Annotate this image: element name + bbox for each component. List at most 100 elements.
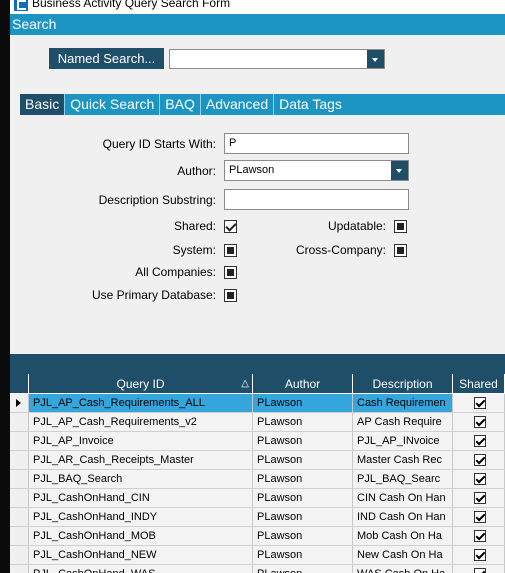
tab-basic[interactable]: Basic xyxy=(20,94,66,115)
chevron-down-icon[interactable] xyxy=(367,50,384,68)
shared-checkbox[interactable] xyxy=(474,435,486,447)
use-primary-db-label: Use Primary Database: xyxy=(91,288,216,302)
shared-label: Shared: xyxy=(173,219,216,233)
cell-description[interactable]: New Cash On Ha xyxy=(353,546,453,564)
current-row-arrow-icon xyxy=(16,399,21,407)
table-row[interactable]: PJL_CashOnHand_NEW PLawson New Cash On Ha xyxy=(10,546,505,565)
cell-query-id[interactable]: PJL_CashOnHand_WAS xyxy=(29,565,253,573)
tab-quick-search[interactable]: Quick Search xyxy=(65,94,161,115)
results-grid: Query ID △ Author Description Shared PJL… xyxy=(10,374,505,573)
cell-description[interactable]: IND Cash On Han xyxy=(353,508,453,526)
row-indicator[interactable] xyxy=(10,546,29,564)
column-header-shared[interactable]: Shared xyxy=(453,374,505,393)
cell-description[interactable]: CIN Cash On Han xyxy=(353,489,453,507)
cell-query-id[interactable]: PJL_CashOnHand_INDY xyxy=(29,508,253,526)
cell-author[interactable]: PLawson xyxy=(253,565,353,573)
cell-author[interactable]: PLawson xyxy=(253,413,353,431)
query-id-label: Query ID Starts With: xyxy=(102,137,216,151)
shared-checkbox[interactable] xyxy=(474,530,486,542)
shared-checkbox[interactable] xyxy=(474,549,486,561)
cell-author[interactable]: PLawson xyxy=(253,451,353,469)
table-row[interactable]: PJL_CashOnHand_INDY PLawson IND Cash On Ha… xyxy=(10,508,505,527)
cell-shared xyxy=(453,546,505,564)
cell-query-id[interactable]: PJL_AR_Cash_Receipts_Master xyxy=(29,451,253,469)
cell-query-id[interactable]: PJL_CashOnHand_MOB xyxy=(29,527,253,545)
cell-description[interactable]: Master Cash Rec xyxy=(353,451,453,469)
cell-query-id[interactable]: PJL_AP_Cash_Requirements_ALL xyxy=(29,394,253,412)
column-header-description[interactable]: Description xyxy=(353,374,453,393)
chevron-down-icon[interactable] xyxy=(391,161,408,180)
description-input[interactable] xyxy=(224,189,409,210)
author-label: Author: xyxy=(177,164,216,178)
row-indicator[interactable] xyxy=(10,413,29,431)
system-label: System: xyxy=(172,243,216,257)
sort-ascending-icon: △ xyxy=(241,378,249,389)
cross-company-checkbox[interactable] xyxy=(394,244,407,257)
shared-checkbox[interactable] xyxy=(474,397,486,409)
row-indicator[interactable] xyxy=(10,451,29,469)
tab-baq[interactable]: BAQ xyxy=(160,94,201,115)
row-indicator[interactable] xyxy=(10,489,29,507)
cell-author[interactable]: PLawson xyxy=(253,394,353,412)
tab-advanced[interactable]: Advanced xyxy=(201,94,275,115)
table-row[interactable]: PJL_AP_Cash_Requirements_ALL PLawson Cash … xyxy=(10,394,505,413)
cell-description[interactable]: Cash Requiremen xyxy=(353,394,453,412)
table-row[interactable]: PJL_CashOnHand_WASPLawsonWAS Cash On Ha xyxy=(10,565,505,573)
cell-author[interactable]: PLawson xyxy=(253,489,353,507)
shared-checkbox[interactable] xyxy=(474,473,486,485)
author-dropdown[interactable]: PLawson xyxy=(224,160,409,181)
description-label: Description Substring: xyxy=(98,193,216,207)
cell-shared xyxy=(453,489,505,507)
column-header-author[interactable]: Author xyxy=(253,374,353,393)
table-row[interactable]: PJL_CashOnHand_MOB PLawson Mob Cash On Ha xyxy=(10,527,505,546)
cell-author[interactable]: PLawson xyxy=(253,508,353,526)
shared-checkbox[interactable] xyxy=(224,220,237,233)
cell-description[interactable]: PJL_AP_INvoice xyxy=(353,432,453,450)
cell-author[interactable]: PLawson xyxy=(253,527,353,545)
cell-shared xyxy=(453,527,505,545)
updatable-checkbox[interactable] xyxy=(394,220,407,233)
row-indicator[interactable] xyxy=(10,508,29,526)
cell-shared xyxy=(453,413,505,431)
named-search-dropdown[interactable] xyxy=(169,49,385,69)
table-row[interactable]: PJL_AP_Cash_Requirements_v2 PLawson AP Cas… xyxy=(10,413,505,432)
cell-description[interactable]: PJL_BAQ_Searc xyxy=(353,470,453,488)
cell-author[interactable]: PLawson xyxy=(253,470,353,488)
cell-query-id[interactable]: PJL_CashOnHand_CIN xyxy=(29,489,253,507)
table-row[interactable]: PJL_BAQ_Search PLawson PJL_BAQ_Searc xyxy=(10,470,505,489)
grid-header-row: Query ID △ Author Description Shared xyxy=(10,374,505,394)
cell-query-id[interactable]: PJL_BAQ_Search xyxy=(29,470,253,488)
row-indicator[interactable] xyxy=(10,432,29,450)
cell-description[interactable]: WAS Cash On Ha xyxy=(353,565,453,573)
cell-query-id[interactable]: PJL_AP_Cash_Requirements_v2 xyxy=(29,413,253,431)
row-indicator[interactable] xyxy=(10,394,29,412)
column-header-query-id[interactable]: Query ID △ xyxy=(29,374,253,393)
window-titlebar: Business Activity Query Search Form xyxy=(10,0,505,14)
row-indicator[interactable] xyxy=(10,527,29,545)
table-row[interactable]: PJL_AR_Cash_Receipts_Master PLawson Master… xyxy=(10,451,505,470)
use-primary-db-checkbox[interactable] xyxy=(224,289,237,302)
cell-query-id[interactable]: PJL_CashOnHand_NEW xyxy=(29,546,253,564)
row-indicator[interactable] xyxy=(10,470,29,488)
shared-checkbox[interactable] xyxy=(474,492,486,504)
table-row[interactable]: PJL_CashOnHand_CIN PLawson CIN Cash On Han xyxy=(10,489,505,508)
updatable-label: Updatable: xyxy=(327,219,386,233)
table-row[interactable]: PJL_AP_Invoice PLawson PJL_AP_INvoice xyxy=(10,432,505,451)
cell-query-id[interactable]: PJL_AP_Invoice xyxy=(29,432,253,450)
named-search-button[interactable]: Named Search... xyxy=(49,48,164,69)
all-companies-label: All Companies: xyxy=(135,265,216,279)
tab-data-tags[interactable]: Data Tags xyxy=(274,94,347,115)
cell-author[interactable]: PLawson xyxy=(253,432,353,450)
all-companies-checkbox[interactable] xyxy=(224,266,237,279)
shared-checkbox[interactable] xyxy=(474,568,486,573)
query-id-input[interactable]: P xyxy=(224,133,409,154)
search-header: Search xyxy=(10,14,505,35)
row-indicator[interactable] xyxy=(10,565,29,573)
shared-checkbox[interactable] xyxy=(474,454,486,466)
cell-description[interactable]: AP Cash Require xyxy=(353,413,453,431)
cell-description[interactable]: Mob Cash On Ha xyxy=(353,527,453,545)
shared-checkbox[interactable] xyxy=(474,511,486,523)
cell-author[interactable]: PLawson xyxy=(253,546,353,564)
system-checkbox[interactable] xyxy=(224,244,237,257)
shared-checkbox[interactable] xyxy=(474,416,486,428)
